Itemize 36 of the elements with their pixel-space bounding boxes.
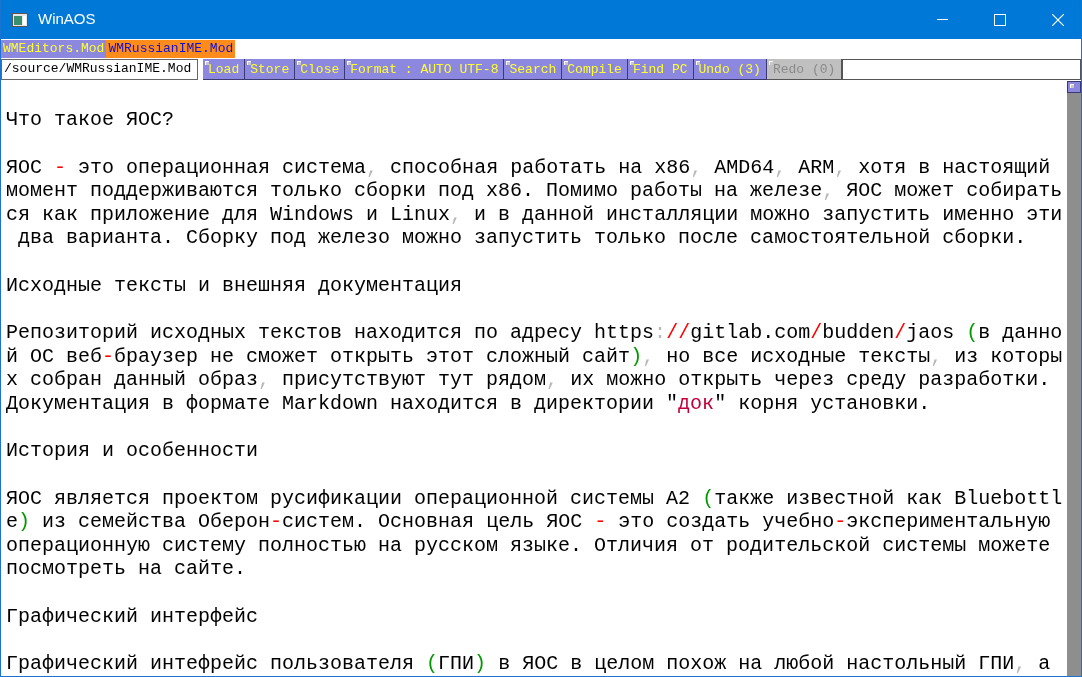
minimize-icon — [936, 19, 948, 20]
toolbar-button[interactable]: Find PC — [627, 59, 694, 80]
toolbar-button[interactable]: Search — [504, 59, 563, 80]
text-line: ся как приложение для Windows и Linux, и в данной инсталляции можно запустить именно эти — [6, 202, 1063, 226]
text-line: Графический интефрейс пользователя (ГПИ) в ЯОС в целом похож на любой настольный ГПИ, а — [6, 652, 1051, 676]
text-line: ЯОС является проектом русификации операционной системы A2 (также известной как Bluebottl — [6, 486, 1063, 510]
toolbar-button[interactable]: Close — [295, 59, 346, 80]
text-line: х собран данный образ, присутствуют тут рядом, их можно открыть через среду разработки. — [6, 368, 1051, 392]
window-title: WinAOS — [38, 9, 96, 30]
toolbar-button[interactable]: Store — [245, 59, 296, 80]
text-line: Что такое ЯОС? — [6, 108, 175, 132]
maximize-icon — [994, 13, 1006, 26]
search-field[interactable] — [842, 59, 1081, 80]
text-line: История и особенности — [6, 439, 259, 463]
text-line: е) из семейства Оберон-систем. Основная цель ЯОС - это создать учебно-экспериментальную — [6, 510, 1051, 534]
scrollbar[interactable] — [1067, 81, 1081, 676]
file-tab[interactable]: WMRussianIME.Mod — [106, 40, 236, 58]
text-line: операционную систему полностью на русском языке. Отличия от родительской системы можете — [6, 533, 1051, 557]
toolbar-button[interactable]: Compile — [562, 59, 628, 80]
scrollbar-thumb[interactable] — [1067, 81, 1081, 93]
toolbar-button[interactable]: Load — [203, 59, 246, 80]
text-line: Исходные тексты и внешняя документация — [6, 273, 463, 297]
text-line: Графический интерфейс — [6, 604, 259, 628]
text-line: Репозиторий исходных текстов находится по адресу https://gitlab.com/budden/jaos (в данно — [6, 321, 1063, 345]
text-line: посмотреть на сайте. — [6, 557, 247, 581]
text-line: Документация в формате Markdown находится в директории "док" корня установки. — [6, 391, 931, 415]
path-field[interactable]: /source/WMRussianIME.Mod — [1, 59, 198, 80]
toolbar-button[interactable]: Undo (3) — [693, 59, 767, 80]
window-icon — [12, 12, 28, 27]
file-tab[interactable]: WMEditors.Mod — [1, 40, 107, 58]
close-icon — [1052, 13, 1064, 26]
text-line: момент поддерживаются только сборки под x86. Помимо работы на железе, ЯОС может собирать — [6, 179, 1063, 203]
text-line: й ОС веб-браузер не сможет открыть этот сложный сайт), но все исходные тексты, из которы — [6, 344, 1063, 368]
text-line: два варианта. Сборку под железо можно запустить только после самостоятельной сборки. — [17, 226, 1027, 250]
toolbar-button[interactable]: Format : AUTO UTF-8 — [345, 59, 505, 80]
text-line: ЯОС - это операционная система, способная работать на x86, AMD64, ARM, хотя в настоящий — [6, 155, 1051, 179]
